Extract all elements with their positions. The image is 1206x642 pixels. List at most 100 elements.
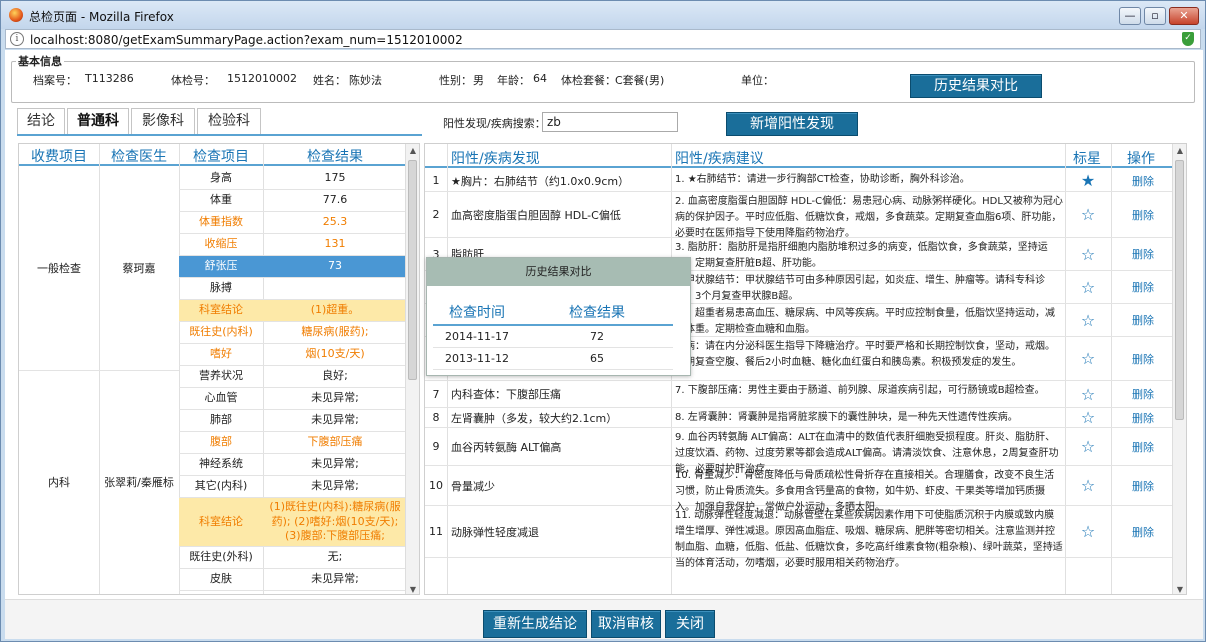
finding-row[interactable]: 7 内科查体：下腹部压痛 7. 下腹部压痛：男性主要由于肠道、前列腺、尿道疾病引起，… [425,381,1174,408]
exam-result-cell[interactable]: 73 [263,256,407,278]
delete-link[interactable]: 删除 [1113,408,1173,427]
exam-item-cell[interactable]: 既往史(外科) [179,547,263,569]
exam-item-cell[interactable]: 体重指数 [179,212,263,234]
star-icon[interactable]: ☆ [1065,337,1111,380]
cancel-review-button[interactable]: 取消审核 [591,610,661,638]
exam-item-cell[interactable]: 肺部 [179,410,263,432]
exam-item-cell[interactable]: 收缩压 [179,234,263,256]
star-icon[interactable]: ☆ [1065,192,1111,237]
exam-result-cell[interactable] [263,278,407,300]
exam-item-cell[interactable]: 身高 [179,168,263,190]
exam-result-cell[interactable]: 良好; [263,366,407,388]
star-icon[interactable]: ☆ [1065,381,1111,407]
finding-row[interactable]: 11 动脉弹性轻度减退 11. 动脉弹性轻度减退：动脉管壁在某些疾病因素作用下可使脂… [425,506,1174,569]
exam-result-cell[interactable]: (1)超重。 [263,300,407,322]
exam-result-cell[interactable]: 下腹部压痛 [263,432,407,454]
close-button[interactable]: 关闭 [665,610,715,638]
scroll-down-icon[interactable]: ▼ [406,585,419,594]
exam-result-cell[interactable]: 未见异常; [263,388,407,410]
exam-result-cell[interactable]: 未见异常; [263,569,407,591]
finding-number: 9 [432,440,440,453]
exam-item-cell[interactable]: 舒张压 [179,256,263,278]
exam-item-cell[interactable]: 其它(内科) [179,476,263,498]
history-compare-button[interactable]: 历史结果对比 [910,74,1042,98]
exam-result-cell[interactable]: 无; [263,547,407,569]
scroll-up-icon[interactable]: ▲ [1173,146,1186,155]
finding-number: 2 [432,208,440,221]
exam-results-table: 收费项目 检查医生 检查项目 检查结果 一般检查 蔡珂嘉 内科 张翠莉/秦雁标 … [18,143,420,595]
exam-item-cell[interactable]: 科室结论 [179,300,263,322]
findings-header: 阳性/疾病发现 阳性/疾病建议 标星 操作 [425,144,1174,168]
right-scrollbar[interactable]: ▲ ▼ [1172,144,1186,594]
star-icon[interactable]: ☆ [1065,238,1111,270]
star-icon[interactable]: ☆ [1065,506,1111,557]
exam-item-cell[interactable]: 嗜好 [179,344,263,366]
scroll-up-icon[interactable]: ▲ [406,146,419,155]
delete-link[interactable]: 删除 [1113,304,1173,336]
exam-result-cell[interactable]: (1)既往史(内科):糖尿病(服药); (2)嗜好:烟(10支/天); (3)腹… [263,498,407,547]
finding-row[interactable]: 8 左肾囊肿（多发，较大约2.1cm） 8. 左肾囊肿：肾囊肿是指肾脏浆膜下的囊性肿… [425,408,1174,428]
tab-conclusion[interactable]: 结论 [17,108,65,134]
exam-result-cell[interactable]: 未见异常; [263,454,407,476]
exam-result-cell[interactable]: 烟(10支/天) [263,344,407,366]
address-bar[interactable]: i localhost:8080/getExamSummaryPage.acti… [5,29,1201,49]
minimize-icon[interactable]: — [1119,7,1141,25]
tab-lab[interactable]: 检验科 [197,108,261,134]
exam-result-cell[interactable]: 25.3 [263,212,407,234]
finding-text: 动脉弹性轻度减退 [451,525,539,539]
exam-item-cell[interactable]: 营养状况 [179,366,263,388]
star-icon[interactable]: ☆ [1065,271,1111,303]
left-scrollbar[interactable]: ▲ ▼ [405,144,419,594]
exam-result-cell[interactable]: 未见异常; [263,410,407,432]
tab-imaging[interactable]: 影像科 [131,108,195,134]
exam-result-cell[interactable]: 77.6 [263,190,407,212]
delete-link[interactable]: 删除 [1113,506,1173,557]
scroll-down-icon[interactable]: ▼ [1173,585,1186,594]
add-positive-finding-button[interactable]: 新增阳性发现 [726,112,858,136]
exam-result-cell[interactable]: 未见异常; [263,476,407,498]
exam-item-cell[interactable]: 皮肤 [179,569,263,591]
finding-number: 8 [432,411,440,424]
finding-row[interactable]: 10 骨量减少 10. 骨量减少：骨密度降低与骨质疏松性骨折存在直接相关。合理膳食，… [425,466,1174,513]
tab-general[interactable]: 普通科 [67,108,129,134]
exam-result-cell[interactable]: 175 [263,168,407,190]
exam-item-cell[interactable]: 神经系统 [179,454,263,476]
finding-row[interactable]: 1 ★胸片：右肺结节（约1.0x0.9cm） 1. ★右肺结节：请进一步行胸部CT检… [425,170,1174,192]
delete-link[interactable]: 删除 [1113,170,1173,191]
finding-row[interactable]: 9 血谷丙转氨酶 ALT偏高 9. 血谷丙转氨酶 ALT偏高：ALT在血清中的数值代… [425,428,1174,475]
exam-item-cell[interactable]: 科室结论 [179,498,263,547]
exam-item-cell[interactable]: 脉搏 [179,278,263,300]
star-icon[interactable]: ☆ [1065,466,1111,505]
delete-link[interactable]: 删除 [1113,192,1173,237]
delete-link[interactable]: 删除 [1113,238,1173,270]
exam-item-cell[interactable]: 既往史(内科) [179,322,263,344]
sex-value: 男 [473,74,484,87]
exam-item-cell[interactable] [179,591,263,594]
popup-value: 72 [521,326,673,348]
delete-link[interactable]: 删除 [1113,337,1173,380]
scroll-thumb[interactable] [1175,160,1184,420]
exam-result-cell[interactable]: 糖尿病(服药); [263,322,407,344]
close-icon[interactable]: ✕ [1169,7,1199,25]
exam-item-cell[interactable]: 心血管 [179,388,263,410]
delete-link[interactable]: 删除 [1113,428,1173,465]
exam-result-cell[interactable]: 131 [263,234,407,256]
regenerate-conclusion-button[interactable]: 重新生成结论 [483,610,587,638]
exam-item-cell[interactable]: 体重 [179,190,263,212]
finding-row[interactable]: 2 血高密度脂蛋白胆固醇 HDL-C偏低 2. 血高密度脂蛋白胆固醇 HDL-C偏低… [425,192,1174,239]
star-icon[interactable]: ★ [1065,170,1111,191]
star-icon[interactable]: ☆ [1065,304,1111,336]
shield-icon[interactable]: ✓ [1182,32,1194,46]
delete-link[interactable]: 删除 [1113,271,1173,303]
exam-result-cell[interactable] [263,591,407,594]
info-icon[interactable]: i [10,32,24,46]
delete-link[interactable]: 删除 [1113,381,1173,407]
star-icon[interactable]: ☆ [1065,428,1111,465]
maximize-icon[interactable]: ▫ [1144,7,1166,25]
exam-item-cell[interactable]: 腹部 [179,432,263,454]
search-input[interactable]: zb [542,112,678,132]
popup-value: 65 [521,348,673,370]
scroll-thumb[interactable] [408,160,417,380]
delete-link[interactable]: 删除 [1113,466,1173,505]
star-icon[interactable]: ☆ [1065,408,1111,427]
